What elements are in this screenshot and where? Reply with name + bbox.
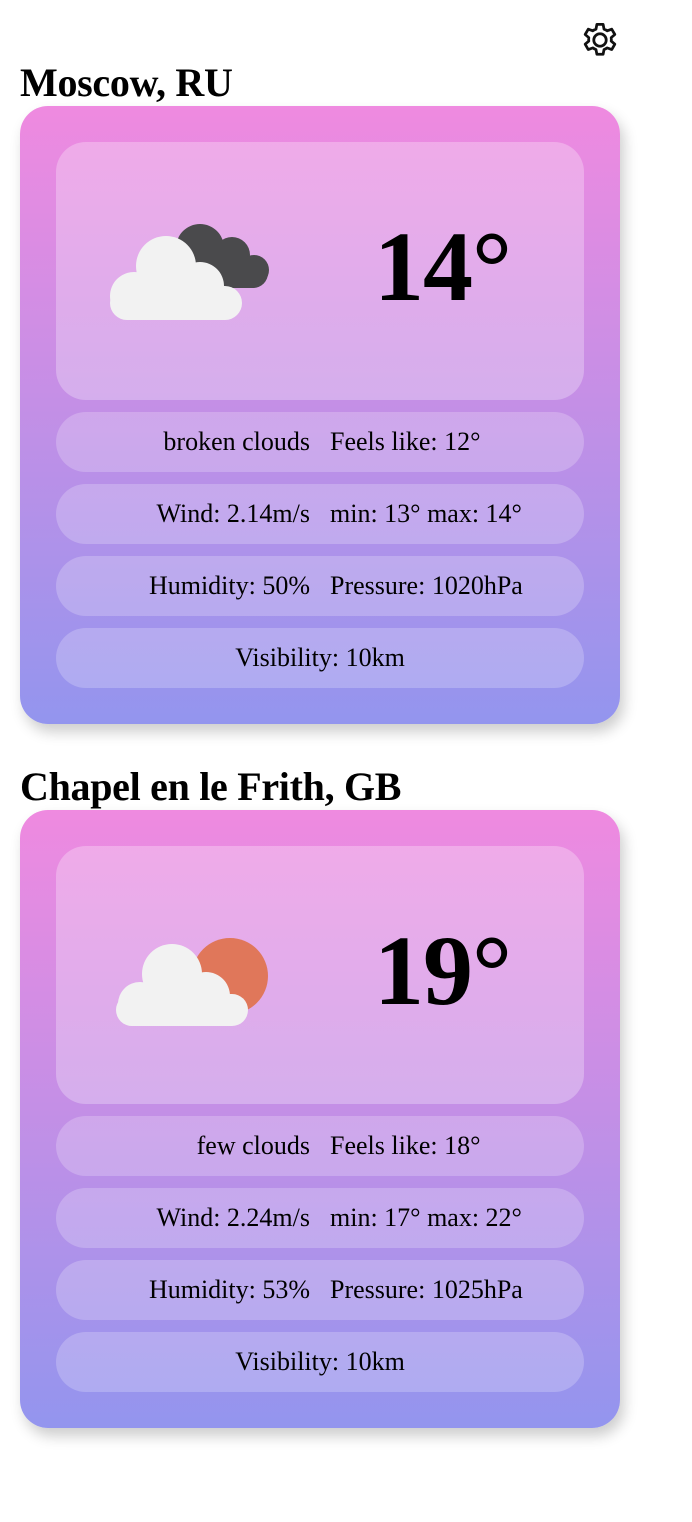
broken-clouds-icon xyxy=(96,210,286,334)
pressure: Pressure: 1020hPa xyxy=(330,571,523,600)
city-weather-section: Chapel en le Frith, GB 19° few clouds Fe… xyxy=(20,764,620,1428)
few-clouds-sun-icon xyxy=(96,914,286,1038)
visibility: Visibility: 10km xyxy=(56,628,584,688)
pressure: Pressure: 1025hPa xyxy=(330,1275,523,1304)
detail-row: broken clouds Feels like: 12° xyxy=(56,412,584,472)
city-name: Moscow, RU xyxy=(20,60,233,105)
min-max-temp: min: 17° max: 22° xyxy=(330,1203,522,1232)
detail-row: Wind: 2.24m/s min: 17° max: 22° xyxy=(56,1188,584,1248)
temperature: 14° xyxy=(374,211,512,322)
description: few clouds xyxy=(196,1131,310,1160)
wind: Wind: 2.24m/s xyxy=(156,1203,310,1232)
detail-row: Humidity: 50% Pressure: 1020hPa xyxy=(56,556,584,616)
gear-icon xyxy=(583,23,617,56)
wind: Wind: 2.14m/s xyxy=(156,499,310,528)
temperature: 19° xyxy=(374,915,512,1026)
detail-row: Humidity: 53% Pressure: 1025hPa xyxy=(56,1260,584,1320)
min-max-temp: min: 13° max: 14° xyxy=(330,499,522,528)
humidity: Humidity: 50% xyxy=(148,571,310,600)
detail-row: Wind: 2.14m/s min: 13° max: 14° xyxy=(56,484,584,544)
detail-row: few clouds Feels like: 18° xyxy=(56,1116,584,1176)
settings-button[interactable] xyxy=(578,18,622,62)
weather-summary: 14° xyxy=(56,142,584,400)
feels-like: Feels like: 18° xyxy=(330,1131,481,1160)
city-weather-section: Moscow, RU 14° broken clouds Feels like:… xyxy=(20,60,620,724)
city-name: Chapel en le Frith, GB xyxy=(20,764,402,809)
humidity: Humidity: 53% xyxy=(148,1275,310,1304)
description: broken clouds xyxy=(163,427,310,456)
weather-card: 19° few clouds Feels like: 18° Wind: 2.2… xyxy=(20,810,620,1428)
feels-like: Feels like: 12° xyxy=(330,427,481,456)
weather-summary: 19° xyxy=(56,846,584,1104)
weather-card: 14° broken clouds Feels like: 12° Wind: … xyxy=(20,106,620,724)
visibility: Visibility: 10km xyxy=(56,1332,584,1392)
